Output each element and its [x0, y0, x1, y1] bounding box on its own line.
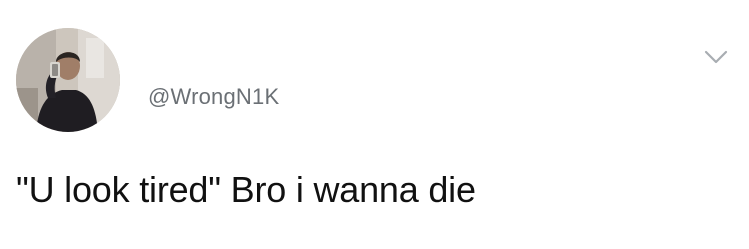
avatar[interactable]: [16, 28, 120, 132]
profile-photo-icon: [16, 28, 120, 132]
tweet-header: @WrongN1K: [0, 0, 749, 140]
author-handle[interactable]: @WrongN1K: [148, 84, 279, 110]
tweet-text: "U look tired" Bro i wanna die: [16, 169, 476, 210]
chevron-down-icon[interactable]: [703, 48, 729, 66]
